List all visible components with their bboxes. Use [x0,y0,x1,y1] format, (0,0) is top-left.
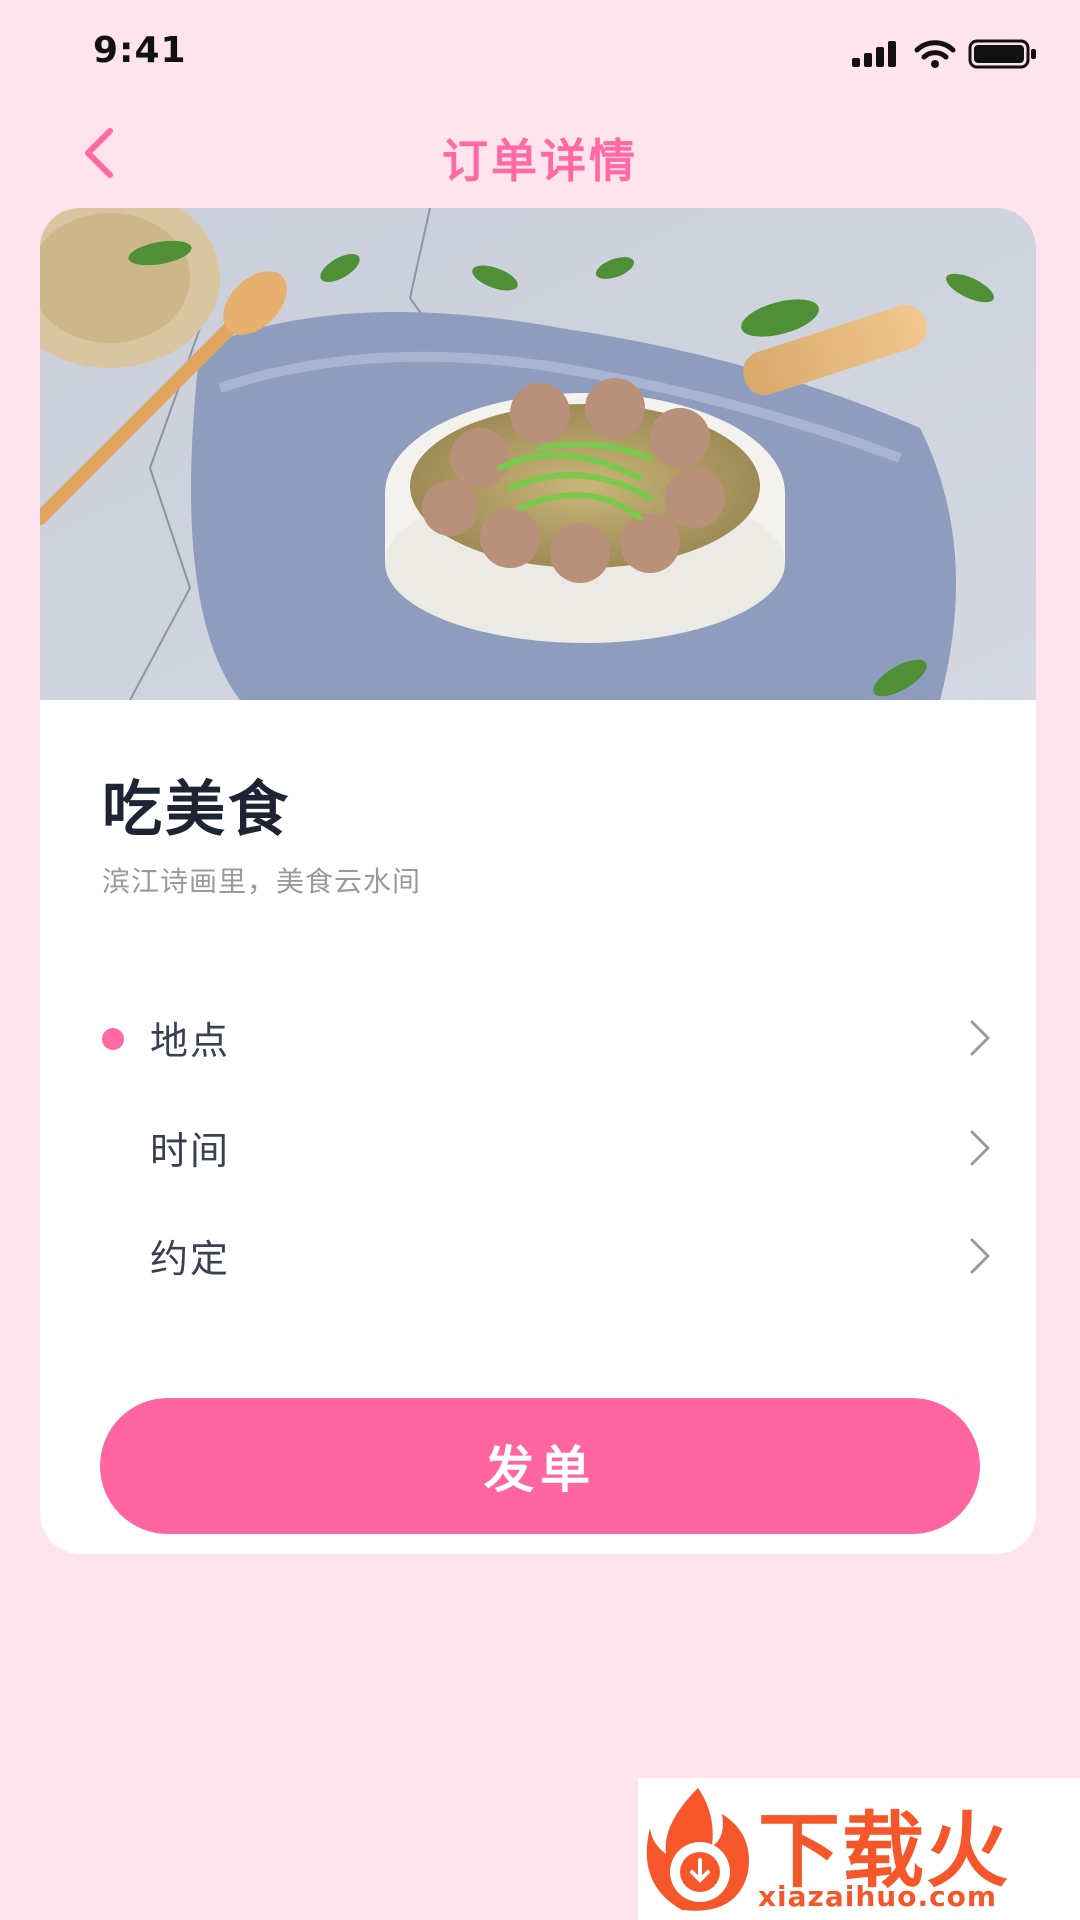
status-bar: 9:41 [0,0,1080,110]
chevron-right-icon [966,1234,996,1278]
flame-logo-icon [642,1784,754,1920]
food-subtitle: 滨江诗画里，美食云水间 [102,865,422,898]
food-title: 吃美食 [102,775,291,845]
status-time: 9:41 [93,30,187,71]
option-location[interactable]: 地点 [100,998,996,1078]
hero-image [40,208,1036,700]
option-label: 约定 [150,1237,231,1281]
status-icons [850,38,1038,70]
header: 订单详情 [0,115,1080,195]
option-label: 时间 [150,1129,231,1173]
wifi-icon [914,39,956,69]
watermark-url: xiazaihuo.com [758,1880,998,1913]
battery-icon [968,38,1038,70]
chevron-right-icon [966,1126,996,1170]
submit-order-button[interactable]: 发单 [100,1398,980,1534]
option-appointment[interactable]: 约定 [100,1216,996,1296]
cellular-signal-icon [850,40,902,68]
watermark-logo: 下载火 xiazaihuo.com [638,1778,1080,1920]
order-card: 吃美食 滨江诗画里，美食云水间 地点 时间 约定 发单 [40,208,1036,1554]
active-dot-indicator [102,1028,124,1050]
option-time[interactable]: 时间 [100,1108,996,1188]
page-title: 订单详情 [442,134,638,188]
option-label: 地点 [150,1019,231,1063]
chevron-right-icon [966,1016,996,1060]
